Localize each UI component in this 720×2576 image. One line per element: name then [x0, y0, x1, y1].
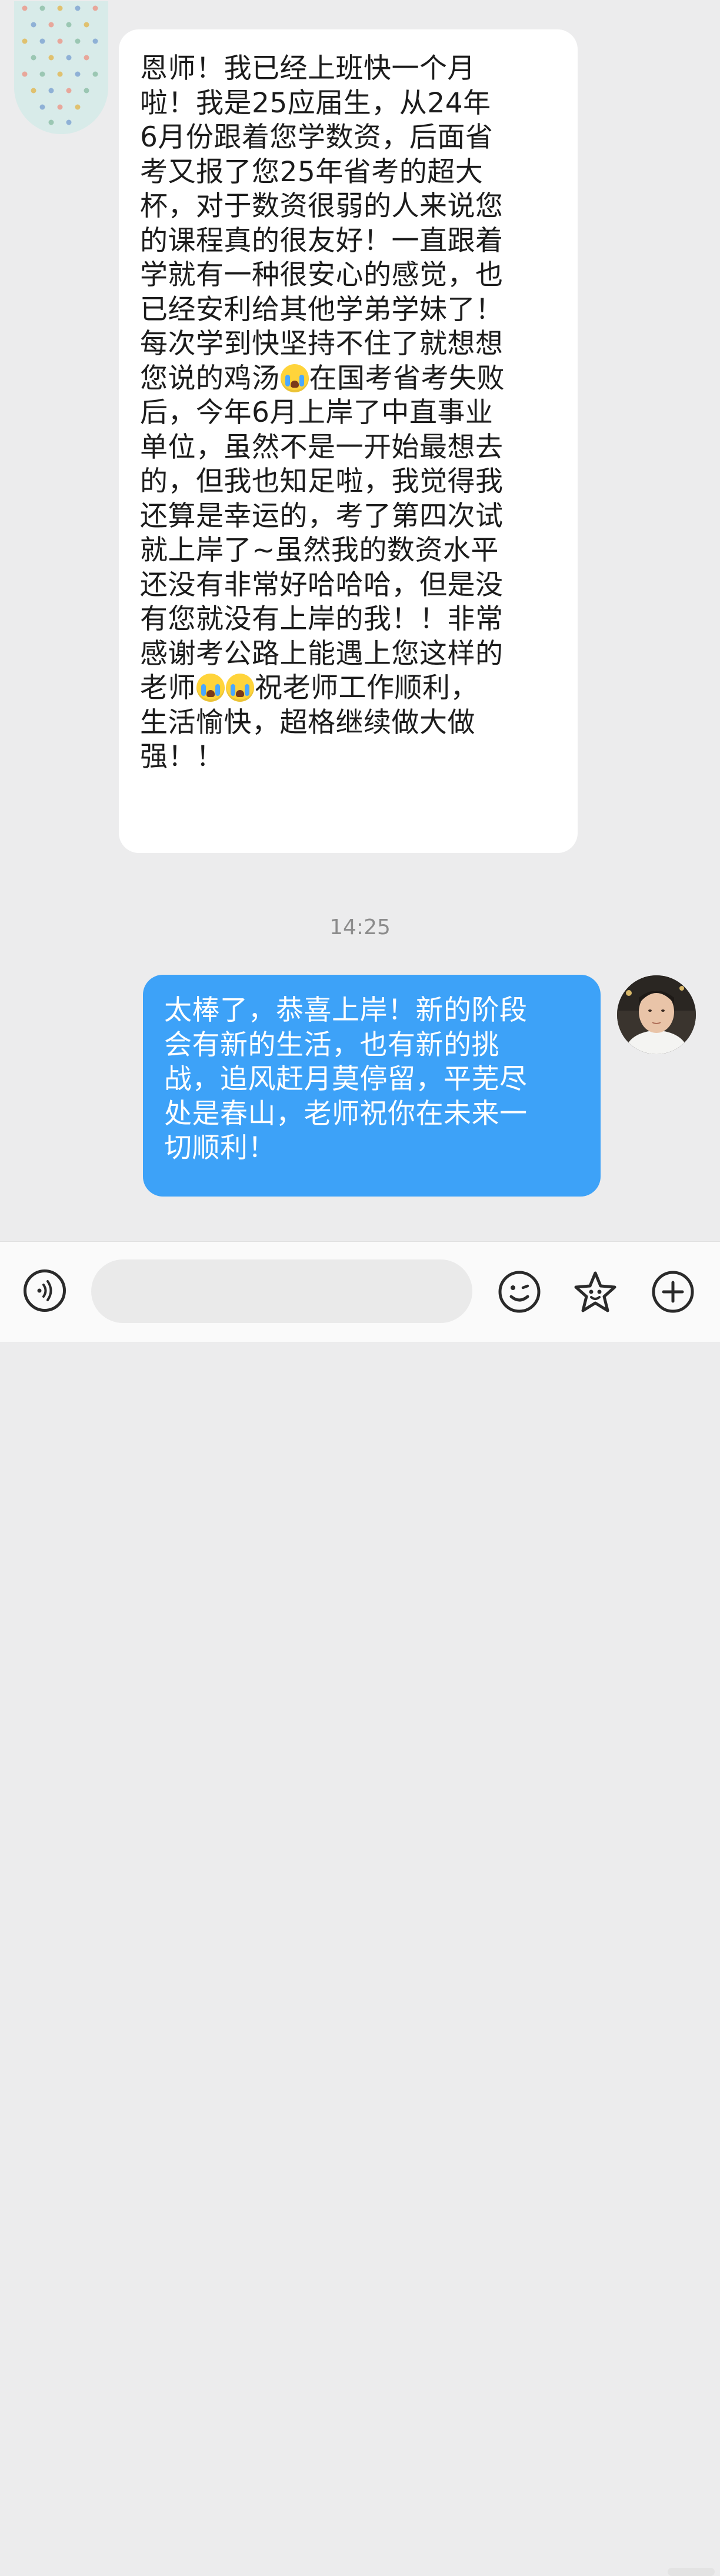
message-text-input[interactable] — [91, 1259, 472, 1323]
user-photo-avatar-image — [617, 975, 696, 1054]
self-avatar[interactable] — [617, 975, 696, 1054]
plus-icon — [652, 1271, 694, 1313]
incoming-message-part-1: 恩师！我已经上班快一个月 啦！我是25应届生，从24年 6月份跟着您学数资，后面… — [140, 52, 504, 395]
polka-dot-avatar-image — [14, 1, 108, 134]
outgoing-message-text: 太棒了，恭喜上岸！新的阶段 会有新的生活，也有新的挑 战，追风赶月莫停留，平芜尽… — [164, 994, 528, 1164]
message-input-bar — [0, 1241, 720, 2576]
incoming-message-text: 恩师！我已经上班快一个月 啦！我是25应届生，从24年 6月份跟着您学数资，后面… — [140, 52, 561, 775]
incoming-message-bubble[interactable]: 恩师！我已经上班快一个月 啦！我是25应届生，从24年 6月份跟着您学数资，后面… — [119, 29, 578, 853]
voice-input-button[interactable] — [24, 1269, 66, 1312]
emoji-smile-icon — [498, 1271, 541, 1313]
sticker-button[interactable] — [572, 1269, 616, 1314]
crying-face-emoji-icon — [226, 674, 254, 702]
crying-face-emoji-icon — [196, 674, 225, 702]
incoming-message-part-2: 在国考省考失败 后，今年6月上岸了中直事业 单位，虽然不是一开始最想去 的，但我… — [140, 362, 505, 705]
sender-avatar[interactable] — [14, 1, 108, 134]
message-timestamp: 14:25 — [329, 915, 391, 939]
chat-area[interactable]: 恩师！我已经上班快一个月 啦！我是25应届生，从24年 6月份跟着您学数资，后面… — [0, 0, 720, 1241]
emoji-button[interactable] — [497, 1269, 542, 1314]
home-indicator — [668, 2568, 715, 2576]
more-options-button[interactable] — [651, 1269, 695, 1314]
sticker-icon — [574, 1271, 616, 1312]
outgoing-message-bubble[interactable]: 太棒了，恭喜上岸！新的阶段 会有新的生活，也有新的挑 战，追风赶月莫停留，平芜尽… — [143, 975, 601, 1197]
crying-face-emoji-icon — [280, 364, 309, 392]
voice-icon — [37, 1280, 52, 1301]
